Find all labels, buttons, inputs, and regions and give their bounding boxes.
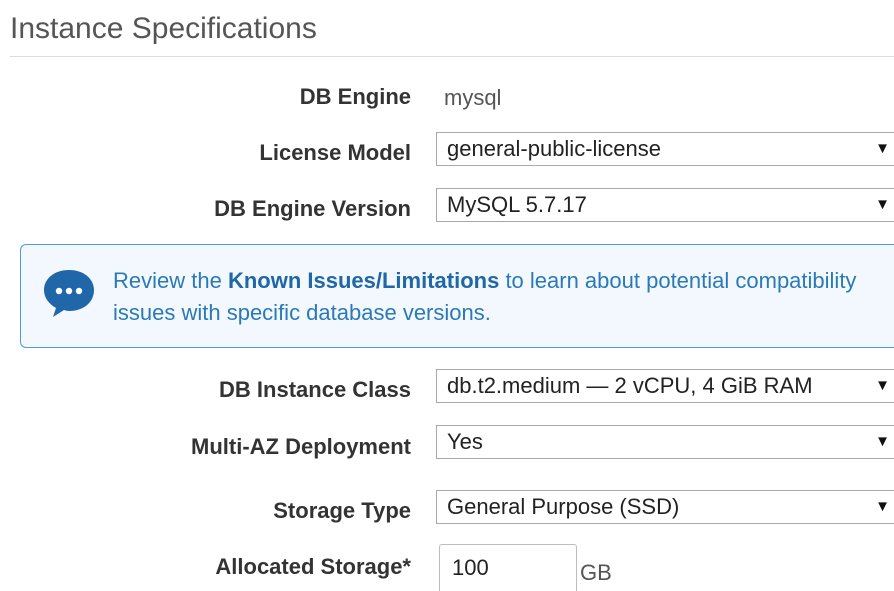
chevron-down-icon: ▼	[875, 377, 890, 394]
info-text-before: Review the	[113, 268, 228, 293]
allocated-storage-input[interactable]	[439, 544, 577, 591]
section-divider	[10, 56, 894, 57]
allocated-storage-label: Allocated Storage*	[215, 554, 411, 579]
db-instance-class-selected-value: db.t2.medium — 2 vCPU, 4 GiB RAM	[447, 373, 813, 398]
instance-specifications-page: Instance Specifications DB Engine mysql …	[0, 0, 894, 591]
db-engine-value: mysql	[444, 85, 502, 110]
multi-az-select[interactable]: Yes ▼	[436, 425, 894, 459]
chevron-down-icon: ▼	[875, 140, 890, 157]
chat-bubble-icon	[44, 270, 94, 317]
license-model-selected-value: general-public-license	[447, 136, 662, 161]
license-model-select[interactable]: general-public-license ▼	[436, 132, 894, 166]
db-instance-class-label: DB Instance Class	[219, 377, 411, 402]
chevron-down-icon: ▼	[875, 196, 890, 213]
chevron-down-icon: ▼	[875, 433, 890, 450]
multi-az-label: Multi-AZ Deployment	[191, 434, 411, 459]
license-model-label: License Model	[259, 140, 411, 165]
storage-type-select[interactable]: General Purpose (SSD) ▼	[436, 490, 894, 524]
info-message: Review the Known Issues/Limitations to l…	[113, 265, 873, 329]
known-issues-link[interactable]: Known Issues/Limitations	[228, 268, 499, 293]
db-instance-class-select[interactable]: db.t2.medium — 2 vCPU, 4 GiB RAM ▼	[436, 369, 894, 403]
multi-az-selected-value: Yes	[447, 429, 483, 454]
db-engine-version-select[interactable]: MySQL 5.7.17 ▼	[436, 188, 894, 222]
db-engine-label: DB Engine	[299, 84, 411, 109]
chevron-down-icon: ▼	[875, 498, 890, 515]
storage-type-label: Storage Type	[273, 498, 411, 523]
db-engine-version-selected-value: MySQL 5.7.17	[447, 192, 587, 217]
db-engine-version-label: DB Engine Version	[214, 196, 411, 221]
known-issues-info-box: Review the Known Issues/Limitations to l…	[20, 244, 894, 348]
storage-unit-label: GB	[580, 560, 612, 585]
section-title: Instance Specifications	[10, 12, 317, 45]
storage-type-selected-value: General Purpose (SSD)	[447, 494, 680, 519]
